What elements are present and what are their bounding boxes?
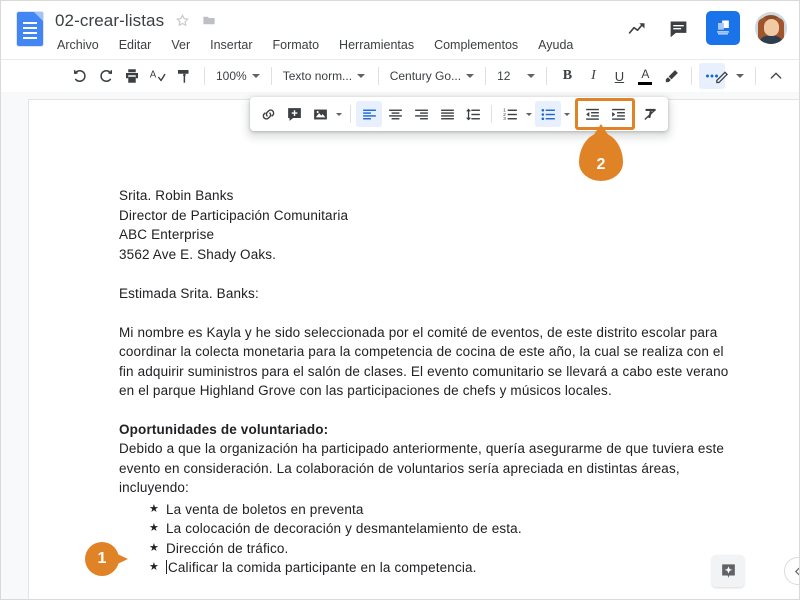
text-color-swatch xyxy=(638,81,653,85)
bold-button[interactable]: B xyxy=(554,63,580,89)
align-right-icon[interactable] xyxy=(408,101,434,127)
collapse-panel-chevron-icon[interactable] xyxy=(784,557,799,585)
collapse-chevron-icon[interactable] xyxy=(763,63,789,89)
address-line: Director de Participación Comunitaria xyxy=(119,207,349,223)
redo-icon[interactable] xyxy=(93,63,119,89)
address-line: Srita. Robin Banks xyxy=(119,188,234,203)
app-window: 02-crear-listas Archivo Editar Ver Inser… xyxy=(0,0,800,600)
paragraph-volunteer: Debido a que la organización ha particip… xyxy=(119,441,725,495)
spellcheck-icon[interactable]: A xyxy=(145,63,171,89)
chevron-down-icon[interactable] xyxy=(564,112,570,116)
paragraph-style-value: Texto norm... xyxy=(282,69,353,83)
edit-mode-dropdown[interactable] xyxy=(710,64,748,88)
document-title[interactable]: 02-crear-listas xyxy=(55,11,164,31)
chevron-down-icon[interactable] xyxy=(526,112,532,116)
chevron-down-icon xyxy=(251,74,260,78)
address-block: Srita. Robin Banks Director de Participa… xyxy=(119,186,729,264)
list-item-active[interactable]: ★ Calificar la comida participante en la… xyxy=(119,558,729,578)
user-avatar[interactable] xyxy=(755,12,787,44)
star-outline-icon[interactable] xyxy=(175,13,190,28)
text-color-button[interactable]: A xyxy=(632,63,658,89)
chevron-down-icon xyxy=(736,74,744,78)
document-page[interactable]: Srita. Robin Banks Director de Participa… xyxy=(29,100,799,599)
section-heading: Oportunidades de voluntariado: xyxy=(119,421,329,437)
svg-text:A: A xyxy=(150,70,157,81)
list-item[interactable]: ★ Dirección de tráfico. xyxy=(119,539,729,559)
salutation: Estimada Srita. Banks: xyxy=(119,286,259,301)
zoom-value: 100% xyxy=(216,69,247,83)
folder-icon[interactable] xyxy=(201,13,217,28)
print-icon[interactable] xyxy=(119,63,145,89)
main-toolbar: A 100% Texto norm... Century Go... 12 B xyxy=(1,59,799,92)
list-item-label: La venta de boletos en preventa xyxy=(166,501,364,517)
menu-item-ver[interactable]: Ver xyxy=(169,37,192,53)
chevron-down-icon xyxy=(357,74,366,78)
paragraph-style-dropdown[interactable]: Texto norm... xyxy=(279,64,371,88)
list-item-label: Dirección de tráfico. xyxy=(166,540,289,556)
text-color-label: A xyxy=(641,66,650,81)
star-bullet-icon: ★ xyxy=(149,561,160,573)
annotation-number: 1 xyxy=(97,550,107,567)
menu-item-insertar[interactable]: Insertar xyxy=(208,37,254,53)
list-item[interactable]: ★ La venta de boletos en preventa xyxy=(119,500,729,520)
align-justify-icon[interactable] xyxy=(434,101,460,127)
font-family-value: Century Go... xyxy=(389,69,462,83)
add-comment-icon[interactable] xyxy=(281,101,307,127)
clear-formatting-icon[interactable] xyxy=(637,101,663,127)
google-docs-logo-icon xyxy=(13,10,47,52)
header-actions xyxy=(624,11,787,45)
zoom-dropdown[interactable]: 100% xyxy=(212,64,264,88)
annotation-number: 2 xyxy=(596,156,606,173)
highlighter-icon[interactable] xyxy=(658,63,684,89)
underline-label: U xyxy=(614,68,625,84)
menu-item-archivo[interactable]: Archivo xyxy=(55,37,101,53)
edit-pencil-icon xyxy=(716,70,729,83)
chevron-down-icon[interactable] xyxy=(336,112,342,116)
toolbar-right-actions xyxy=(710,63,789,89)
list-item-label: Calificar la comida participante en la c… xyxy=(168,560,477,575)
bulleted-list[interactable]: ★ La venta de boletos en preventa ★ La c… xyxy=(119,500,729,578)
bold-label: B xyxy=(562,68,573,83)
menu-item-complementos[interactable]: Complementos xyxy=(432,37,520,53)
numbered-list-icon[interactable]: 123 xyxy=(497,101,523,127)
insert-link-icon[interactable] xyxy=(255,101,281,127)
undo-icon[interactable] xyxy=(67,63,93,89)
font-size-value: 12 xyxy=(497,69,511,83)
activity-dashboard-icon[interactable] xyxy=(624,15,650,41)
document-canvas: Srita. Robin Banks Director de Participa… xyxy=(1,92,799,599)
chevron-down-icon xyxy=(527,74,536,78)
menu-item-herramientas[interactable]: Herramientas xyxy=(337,37,416,53)
annotation-marker-1: 1 xyxy=(85,542,147,576)
menu-item-ayuda[interactable]: Ayuda xyxy=(536,37,575,53)
insert-image-icon[interactable] xyxy=(307,101,333,127)
star-bullet-icon: ★ xyxy=(149,502,160,515)
star-bullet-icon: ★ xyxy=(149,522,160,534)
menu-item-formato[interactable]: Formato xyxy=(271,37,322,53)
menu-item-editar[interactable]: Editar xyxy=(117,37,154,53)
italic-label: I xyxy=(591,68,596,83)
italic-button[interactable]: I xyxy=(580,63,606,89)
chevron-down-icon xyxy=(466,74,475,78)
bulleted-list-icon[interactable] xyxy=(535,101,561,127)
address-line: 3562 Ave E. Shady Oaks. xyxy=(119,246,277,262)
svg-text:3: 3 xyxy=(503,116,506,122)
list-item[interactable]: ★ La colocación de decoración y desmante… xyxy=(119,519,729,539)
star-bullet-icon: ★ xyxy=(149,541,160,554)
font-family-dropdown[interactable]: Century Go... xyxy=(386,64,478,88)
share-button[interactable] xyxy=(706,11,740,45)
app-header: 02-crear-listas Archivo Editar Ver Inser… xyxy=(1,1,799,59)
paint-format-icon[interactable] xyxy=(171,63,197,89)
underline-button[interactable]: U xyxy=(606,63,632,89)
list-item-label: La colocación de decoración y desmantela… xyxy=(166,521,522,536)
align-center-icon[interactable] xyxy=(382,101,408,127)
line-spacing-icon[interactable] xyxy=(460,101,486,127)
annotation-marker-2: 2 xyxy=(579,124,623,185)
document-body[interactable]: Srita. Robin Banks Director de Participa… xyxy=(119,186,729,578)
comment-history-icon[interactable] xyxy=(665,15,691,41)
address-line: ABC Enterprise xyxy=(119,227,215,242)
font-size-dropdown[interactable]: 12 xyxy=(493,64,539,88)
explore-icon[interactable] xyxy=(712,555,744,587)
align-left-icon[interactable] xyxy=(356,101,382,127)
paragraph-intro: Mi nombre es Kayla y he sido seleccionad… xyxy=(119,324,729,399)
